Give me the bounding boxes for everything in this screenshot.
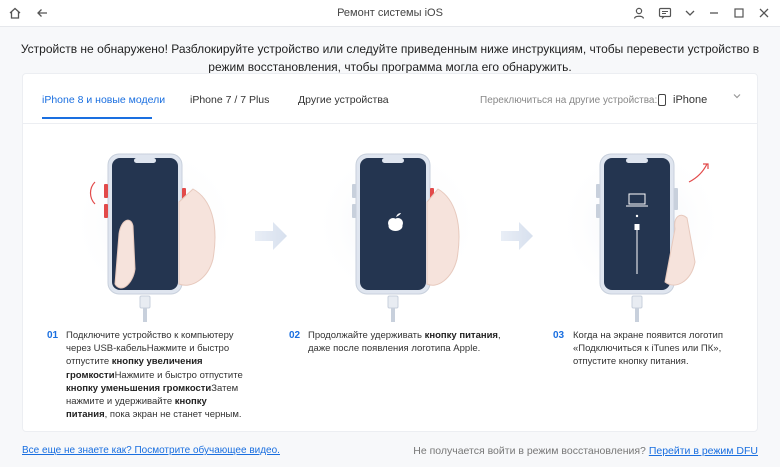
no-device-notice: Устройств не обнаружено! Разблокируйте у…: [20, 42, 760, 74]
phone-illustration-step-2: [312, 144, 482, 322]
step-3-text: Когда на экране появится логотип «Подклю…: [573, 329, 743, 369]
close-icon[interactable]: [755, 4, 773, 22]
step-text-part: Нажмите и быстро отпустите: [114, 369, 243, 381]
recovery-question: Не получается войти в режим восстановлен…: [413, 445, 646, 457]
tab-other-devices[interactable]: Другие устройства: [298, 94, 389, 106]
active-tab-indicator: [42, 117, 152, 119]
instructions-panel: iPhone 8 и новые модели iPhone 7 / 7 Plu…: [22, 73, 758, 432]
step-text-bold: кнопку уменьшения громкости: [66, 382, 212, 394]
minimize-icon[interactable]: [705, 4, 723, 22]
phone-illustration-step-3: [556, 144, 726, 322]
tab-iphone-8-and-newer[interactable]: iPhone 8 и новые модели: [42, 94, 165, 106]
recovery-help: Не получается войти в режим восстановлен…: [413, 445, 758, 457]
step-1-number: 01: [47, 330, 59, 341]
feedback-icon[interactable]: [656, 4, 674, 22]
device-select-value: iPhone: [673, 94, 708, 106]
maximize-icon[interactable]: [730, 4, 748, 22]
switch-devices-label: Переключиться на другие устройства:: [480, 95, 658, 106]
step-arrow-1: [255, 222, 287, 250]
phone-illustration-step-1: [70, 144, 240, 322]
tutorial-video-link[interactable]: Все еще не знаете как? Посмотрите обучаю…: [22, 445, 280, 456]
step-text-part: Когда на экране появится логотип «Подклю…: [573, 330, 724, 368]
step-2-text: Продолжайте удерживать кнопку питания, д…: [308, 329, 503, 355]
device-select[interactable]: iPhone: [653, 88, 748, 112]
model-tabs: iPhone 8 и новые модели iPhone 7 / 7 Plu…: [23, 74, 757, 124]
step-text-part: , пока экран не станет черным.: [104, 409, 242, 421]
step-1-text: Подключите устройство к компьютеру через…: [66, 329, 246, 421]
step-arrow-2: [501, 222, 533, 250]
tab-iphone-7[interactable]: iPhone 7 / 7 Plus: [190, 94, 269, 106]
chevron-down-icon: [732, 91, 742, 104]
title-bar: Ремонт системы iOS: [0, 0, 780, 27]
user-icon[interactable]: [630, 4, 648, 22]
step-text-part: Продолжайте удерживать: [308, 330, 425, 341]
instruction-illustrations: [70, 144, 726, 322]
dfu-mode-link[interactable]: Перейти в режим DFU: [649, 445, 758, 457]
chevron-down-icon[interactable]: [681, 4, 699, 22]
step-3-number: 03: [553, 330, 565, 341]
step-2-number: 02: [289, 330, 301, 341]
step-text-bold: кнопку питания: [424, 330, 498, 341]
phone-icon: [658, 94, 666, 106]
